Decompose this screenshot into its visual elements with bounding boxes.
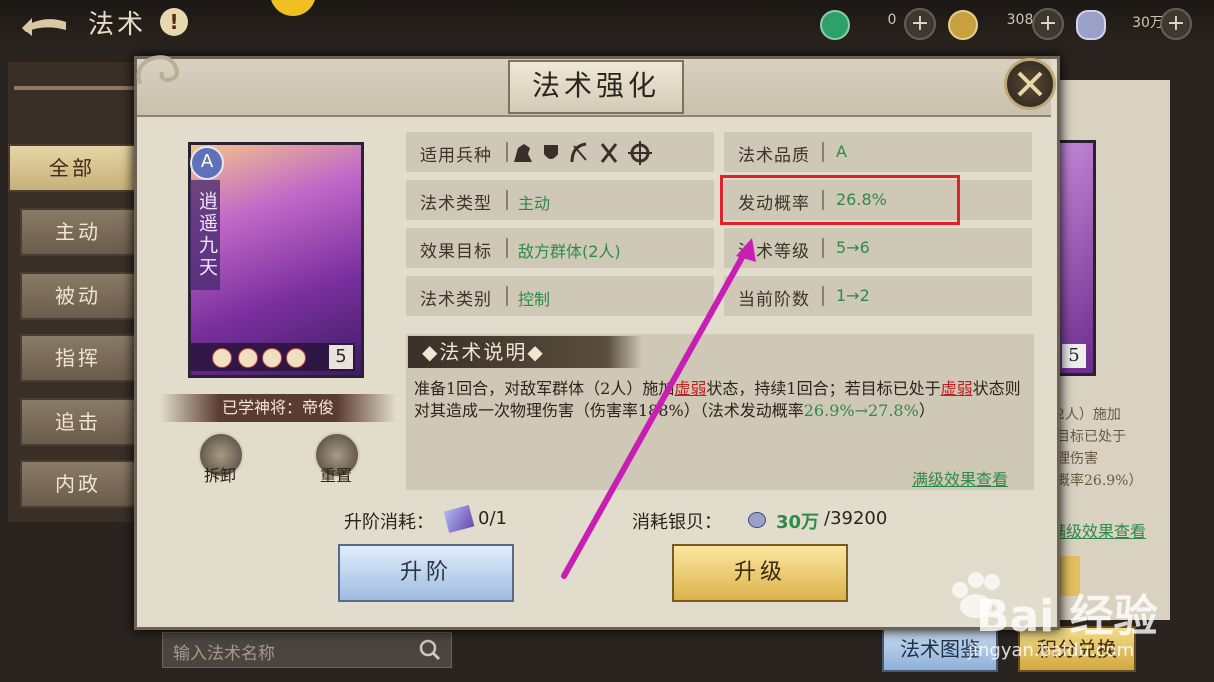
skill-type-row: 法术类型 主动 xyxy=(406,180,714,220)
add-jade-button[interactable]: + xyxy=(904,8,936,40)
watermark-brand: Bai 经验 xyxy=(976,591,1158,642)
category-value: 控制 xyxy=(518,290,551,309)
shield-icon xyxy=(544,145,558,159)
weak-status-keyword[interactable]: 虚弱 xyxy=(674,379,706,398)
divider xyxy=(506,190,508,210)
divider xyxy=(506,142,508,162)
desc-line: 物理伤害 xyxy=(1042,451,1098,467)
dismantle-button[interactable]: 拆卸 xyxy=(190,462,250,486)
star-icon xyxy=(238,348,258,368)
star-icon xyxy=(262,348,282,368)
sidebar-item-active[interactable]: 主动 xyxy=(20,208,136,256)
sidebar-item-internal[interactable]: 内政 xyxy=(20,460,136,508)
search-icon[interactable] xyxy=(419,639,441,661)
background-description: （2人）施加 若目标已处于 物理伤害 动概率26.9%） xyxy=(1042,404,1162,492)
background-card-level: 5 xyxy=(1062,344,1086,368)
advance-button[interactable]: 升阶 xyxy=(338,544,514,602)
advance-cost-label: 升阶消耗： xyxy=(344,512,434,533)
sidebar-item-passive[interactable]: 被动 xyxy=(20,272,136,320)
silver-required: /39200 xyxy=(824,508,888,529)
skill-level-row: 法术等级 5→6 xyxy=(724,228,1032,268)
desc-line: 动概率26.9%） xyxy=(1042,473,1143,489)
sidebar-item-pursuit[interactable]: 追击 xyxy=(20,398,136,446)
star-icon xyxy=(286,348,306,368)
divider xyxy=(506,286,508,306)
add-silver-button[interactable]: + xyxy=(1160,8,1192,40)
upgrade-button[interactable]: 升级 xyxy=(672,544,848,602)
resource-copper: 308 + xyxy=(948,8,1068,40)
siege-icon xyxy=(628,141,652,165)
category-label: 法术类别 xyxy=(420,290,492,310)
search-placeholder: 输入法术名称 xyxy=(173,644,275,664)
description-text: 准备1回合，对敌军群体（2人）施加虚弱状态，持续1回合；若目标已处于虚弱状态则对… xyxy=(414,378,1026,422)
resource-silver: 30万 + xyxy=(1076,8,1196,40)
reset-button[interactable]: 重置 xyxy=(306,462,366,486)
silver-shell-icon xyxy=(748,512,766,528)
resource-jade: 0 + xyxy=(820,8,940,40)
silver-shell-icon xyxy=(1076,10,1106,40)
advance-cost-value: 0/1 xyxy=(478,508,507,529)
skill-grade-badge: A xyxy=(190,146,224,180)
desc-line: （2人）施加 xyxy=(1042,407,1121,423)
stage-row: 当前阶数 1→2 xyxy=(724,276,1032,316)
description-heading-text: 法术说明 xyxy=(439,340,528,364)
full-effect-link[interactable]: 满级效果查看 xyxy=(912,466,1008,490)
desc-line: 若目标已处于 xyxy=(1042,429,1126,445)
bow-icon xyxy=(570,142,587,163)
search-input[interactable]: 输入法术名称 xyxy=(162,632,452,668)
cavalry-icon xyxy=(514,144,532,162)
watermark-url: jingyan.baidu.com xyxy=(968,640,1135,661)
desc-part: ） xyxy=(918,401,935,420)
dialog-title: 法术强化 xyxy=(508,60,684,114)
stage-value: 1→2 xyxy=(836,286,870,305)
desc-part: 准备1回合，对敌军群体（2人）施加 xyxy=(414,379,675,398)
page-title: 法术 xyxy=(88,10,147,40)
troop-icons xyxy=(514,141,652,165)
copper-coin-icon xyxy=(948,10,978,40)
skill-type-label: 法术类型 xyxy=(420,194,492,214)
target-row: 效果目标 敌方群体(2人) xyxy=(406,228,714,268)
skill-level-label: 法术等级 xyxy=(738,242,810,262)
silver-owned: 30万 xyxy=(776,512,820,533)
sidebar-divider xyxy=(14,86,134,90)
target-value: 敌方群体(2人) xyxy=(518,242,621,261)
troop-type-row: 适用兵种 xyxy=(406,132,714,172)
back-arrow-icon[interactable] xyxy=(18,8,70,38)
warning-icon[interactable]: ! xyxy=(160,8,188,36)
category-row: 法术类别 控制 xyxy=(406,276,714,316)
background-full-effect-link[interactable]: 满级效果查看 xyxy=(1050,518,1146,542)
jade-icon xyxy=(820,10,850,40)
desc-part: 状态，持续1回合；若目标已处于 xyxy=(706,379,941,398)
skill-type-value: 主动 xyxy=(518,194,551,213)
quality-value: A xyxy=(836,142,847,161)
skill-name: 逍遥九天 xyxy=(190,180,220,290)
target-label: 效果目标 xyxy=(420,242,492,262)
trigger-chance-highlight-box xyxy=(720,175,960,225)
troop-type-label: 适用兵种 xyxy=(420,146,492,166)
cloud-ornament-icon xyxy=(136,55,179,85)
description-heading: ◆法术说明◆ xyxy=(408,336,642,368)
divider xyxy=(822,238,824,258)
silver-cost-label: 消耗银贝： xyxy=(632,512,722,533)
close-icon[interactable] xyxy=(1004,58,1056,110)
stage-label: 当前阶数 xyxy=(738,290,810,310)
quality-row: 法术品质 A xyxy=(724,132,1032,172)
skill-level: 5 xyxy=(329,345,353,369)
chance-change: 26.9%→27.8% xyxy=(803,401,919,420)
divider xyxy=(822,286,824,306)
divider xyxy=(506,238,508,258)
divider xyxy=(822,142,824,162)
spear-icon xyxy=(600,143,618,163)
skill-level-value: 5→6 xyxy=(836,238,870,257)
sidebar-item-command[interactable]: 指挥 xyxy=(20,334,136,382)
sidebar-item-all[interactable]: 全部 xyxy=(8,144,136,192)
star-icon xyxy=(212,348,232,368)
add-copper-button[interactable]: + xyxy=(1032,8,1064,40)
learned-by-label: 已学神将：帝俊 xyxy=(160,394,396,422)
weak-status-keyword[interactable]: 虚弱 xyxy=(941,379,973,398)
quality-label: 法术品质 xyxy=(738,146,810,166)
